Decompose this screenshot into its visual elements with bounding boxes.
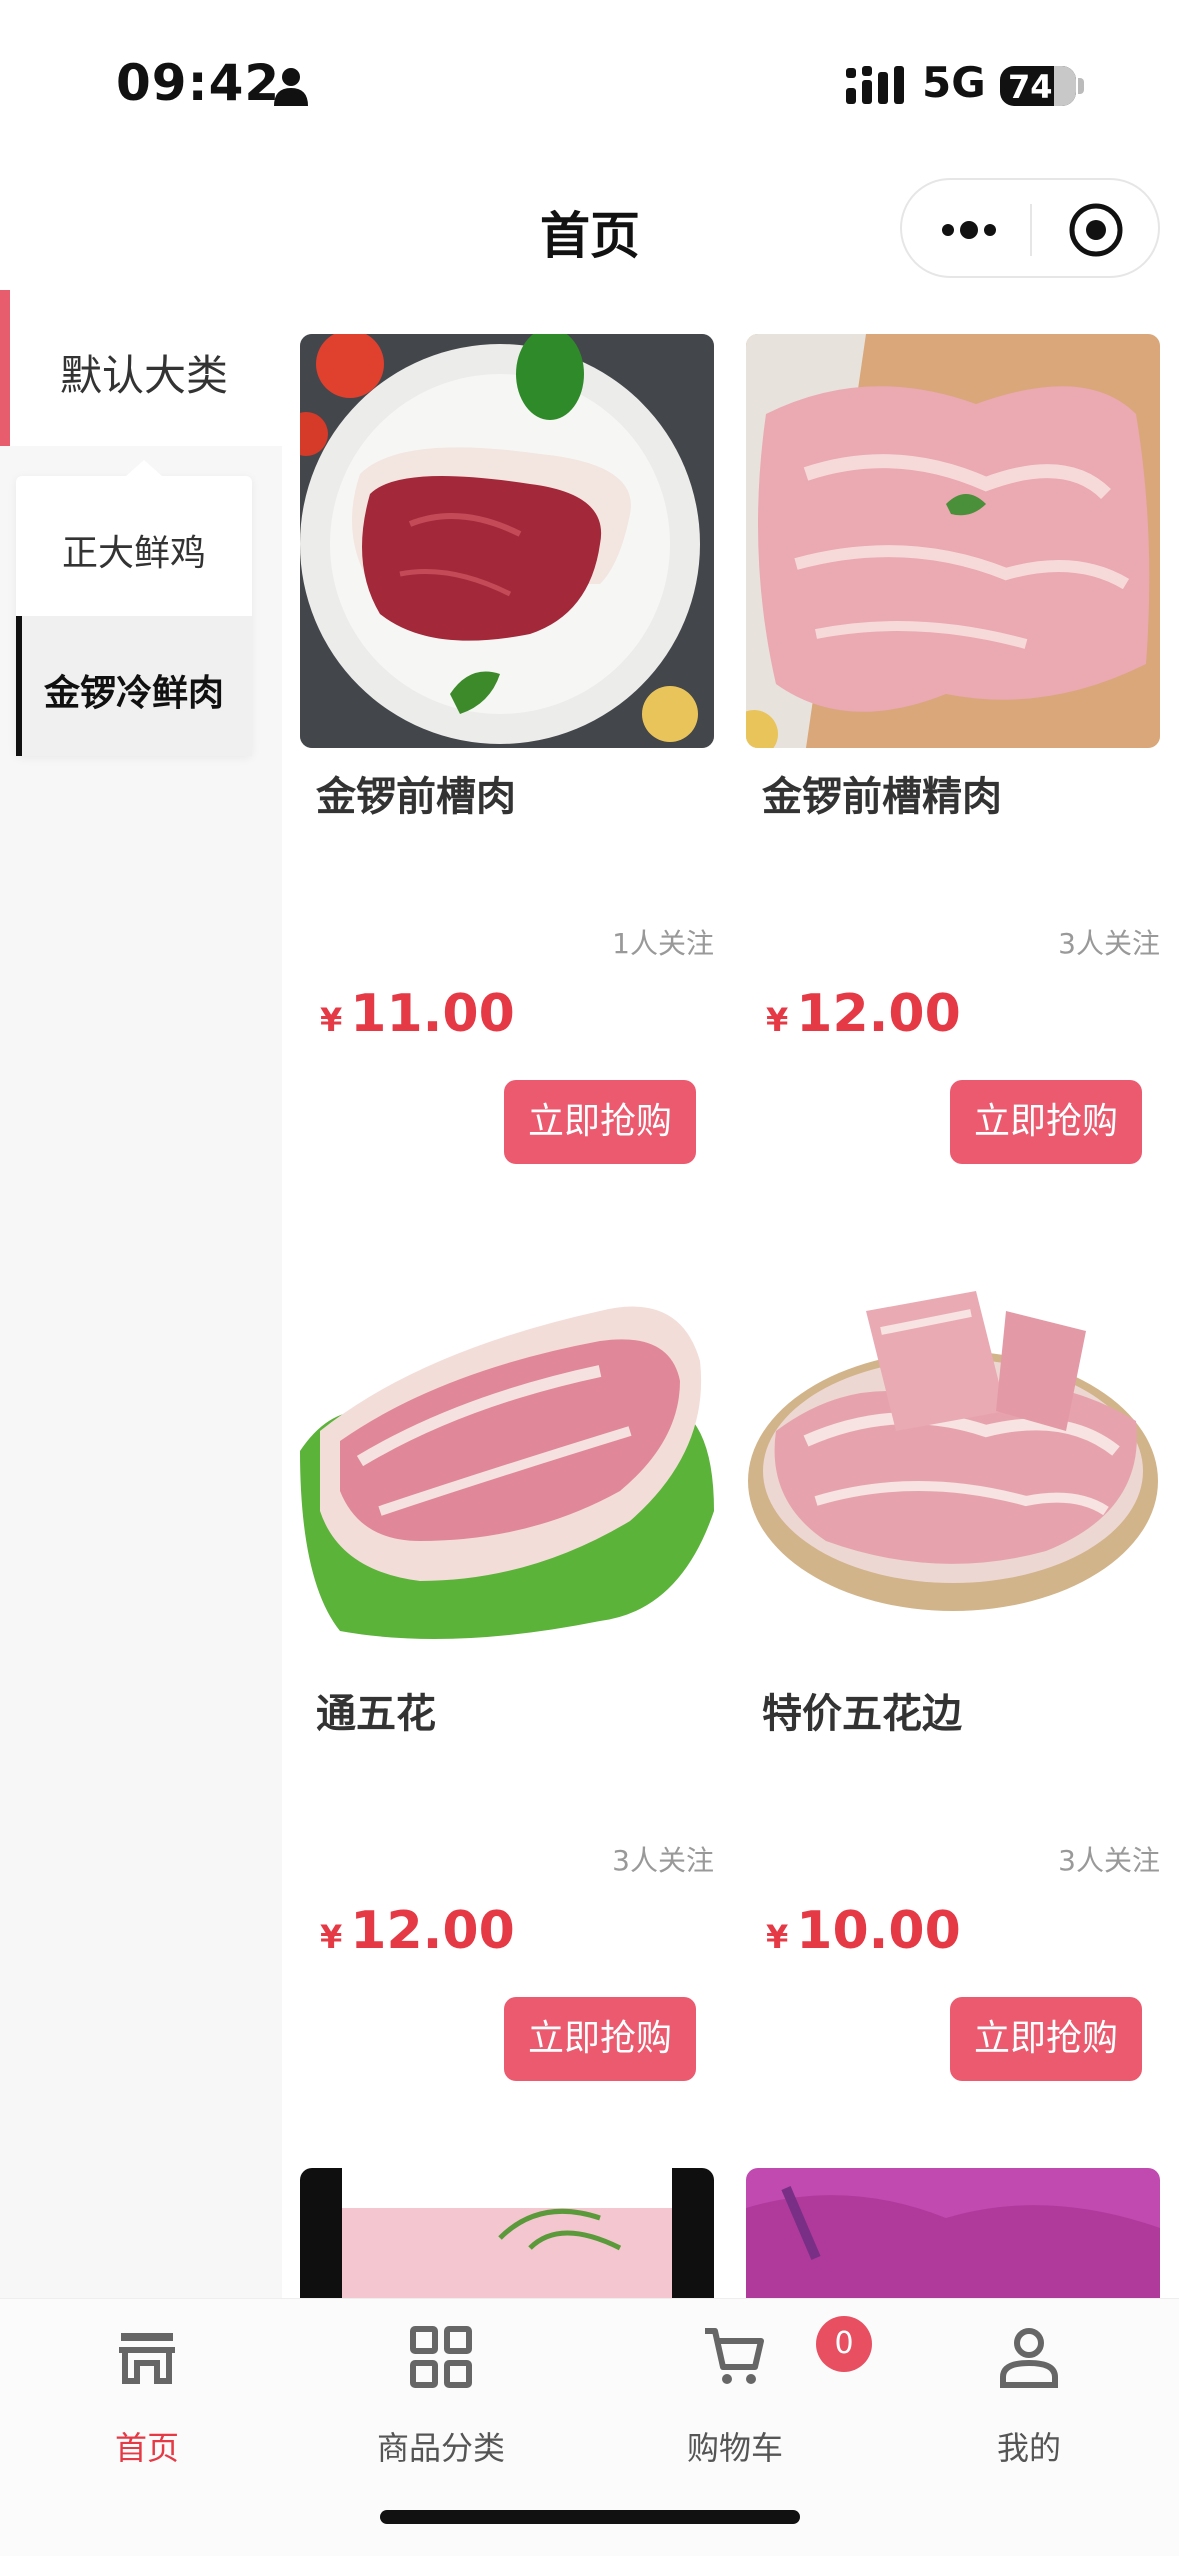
subcategory-item-selected[interactable]: 金锣冷鲜肉 xyxy=(16,616,252,756)
buy-now-button[interactable]: 立即抢购 xyxy=(504,1997,696,2081)
product-image[interactable] xyxy=(746,1251,1160,1665)
follower-count: 3人关注 xyxy=(1058,927,1160,960)
active-indicator xyxy=(0,290,10,446)
close-miniprogram-icon[interactable] xyxy=(1068,202,1124,258)
signal-icon xyxy=(846,66,904,104)
user-icon xyxy=(1000,2328,1058,2388)
capsule-divider xyxy=(1030,204,1032,256)
follower-count: 1人关注 xyxy=(612,927,714,960)
category-sidebar: 默认大类 正大鲜鸡 金锣冷鲜肉 xyxy=(0,290,282,2298)
cart-count-badge: 0 xyxy=(816,2316,872,2372)
subcategory-item[interactable]: 正大鲜鸡 xyxy=(16,476,252,616)
category-grid-icon xyxy=(410,2326,472,2388)
miniprogram-capsule xyxy=(900,178,1160,278)
battery-icon: 74 xyxy=(1000,66,1076,106)
product-name[interactable]: 金锣前槽肉 xyxy=(316,764,516,822)
price-value: 10.00 xyxy=(796,1901,961,1961)
buy-now-button[interactable]: 立即抢购 xyxy=(950,1997,1142,2081)
product-price: ¥12.00 xyxy=(320,1901,515,1961)
tab-label: 购物车 xyxy=(686,2429,783,2467)
sidebar-item-label: 默认大类 xyxy=(60,351,229,400)
product-image[interactable] xyxy=(300,1251,714,1665)
status-bar: 09:42 5G 74 xyxy=(0,0,1179,170)
price-value: 11.00 xyxy=(350,984,515,1044)
tab-categories[interactable]: 商品分类 xyxy=(294,2299,588,2489)
product-image[interactable] xyxy=(746,334,1160,748)
tab-home[interactable]: 首页 xyxy=(0,2299,294,2489)
cart-icon xyxy=(705,2328,764,2384)
currency-symbol: ¥ xyxy=(320,1001,343,1039)
follower-count: 3人关注 xyxy=(612,1844,714,1877)
currency-symbol: ¥ xyxy=(320,1918,343,1956)
tab-label: 首页 xyxy=(114,2429,179,2467)
sidebar-item-default-category[interactable]: 默认大类 xyxy=(0,290,282,446)
network-type: 5G xyxy=(922,58,986,107)
store-icon xyxy=(119,2333,175,2384)
price-value: 12.00 xyxy=(796,984,961,1044)
follower-count: 3人关注 xyxy=(1058,1844,1160,1877)
page-title: 首页 xyxy=(540,207,640,265)
currency-symbol: ¥ xyxy=(766,1918,789,1956)
currency-symbol: ¥ xyxy=(766,1001,789,1039)
status-time: 09:42 xyxy=(116,54,281,112)
subcategory-label: 正大鲜鸡 xyxy=(61,533,206,574)
buy-now-button[interactable]: 立即抢购 xyxy=(504,1080,696,1164)
battery-level: 74 xyxy=(1008,68,1053,106)
product-price: ¥10.00 xyxy=(766,1901,961,1961)
price-value: 12.00 xyxy=(350,1901,515,1961)
more-icon[interactable] xyxy=(938,210,1000,250)
home-indicator[interactable] xyxy=(380,2510,800,2524)
product-name[interactable]: 金锣前槽精肉 xyxy=(762,764,1002,822)
product-image-partial[interactable] xyxy=(300,2168,714,2298)
tab-label: 我的 xyxy=(996,2429,1061,2467)
product-price: ¥12.00 xyxy=(766,984,961,1044)
product-image[interactable] xyxy=(300,334,714,748)
buy-now-button[interactable]: 立即抢购 xyxy=(950,1080,1142,1164)
product-price: ¥11.00 xyxy=(320,984,515,1044)
person-icon xyxy=(274,68,308,106)
subcategory-panel: 正大鲜鸡 金锣冷鲜肉 xyxy=(16,460,252,756)
product-image-partial[interactable] xyxy=(746,2168,1160,2298)
tab-label: 商品分类 xyxy=(376,2429,505,2467)
panel-notch xyxy=(126,460,162,476)
subcategory-label: 金锣冷鲜肉 xyxy=(43,673,224,714)
product-name[interactable]: 特价五花边 xyxy=(762,1681,962,1739)
product-name[interactable]: 通五花 xyxy=(316,1681,436,1739)
tab-profile[interactable]: 我的 xyxy=(882,2299,1176,2489)
battery-tip xyxy=(1078,78,1084,94)
